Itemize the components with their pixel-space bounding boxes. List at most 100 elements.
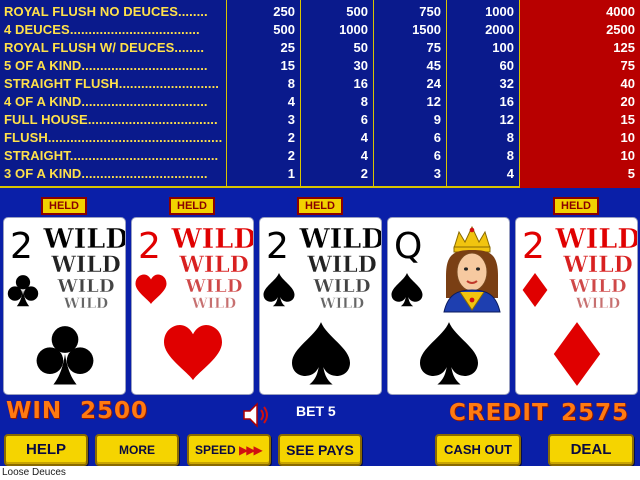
payout-value: 20 [620, 94, 635, 109]
wild-label: WILD [191, 296, 236, 312]
payout-value: 4 [287, 94, 295, 109]
payout-value: 16 [353, 76, 368, 91]
payout-value: 75 [426, 40, 441, 55]
wild-label: WILD [319, 296, 364, 312]
wild-label: WILD [63, 296, 108, 312]
playing-card[interactable]: 2 WILD WILD WILD WILD [515, 217, 638, 395]
payout-value: 3 [433, 166, 441, 181]
payout-value: 10 [620, 130, 635, 145]
payout-value: 60 [499, 58, 514, 73]
payout-value: 6 [433, 130, 441, 145]
speed-arrows-icon: ▶▶▶ [239, 443, 263, 457]
payout-value: 1 [287, 166, 295, 181]
clubs-suit-icon [7, 275, 39, 307]
payout-value: 8 [360, 94, 368, 109]
payout-value: 5 [627, 166, 635, 181]
payout-value: 75 [620, 58, 635, 73]
speaker-on-icon[interactable] [240, 400, 274, 430]
footer-bar [0, 466, 640, 480]
wild-label: WILD [185, 276, 243, 297]
wild-label: WILD [562, 252, 633, 278]
playing-card[interactable]: Q [387, 217, 510, 395]
pay-table-row: 5 OF A KIND.............................… [0, 57, 640, 75]
payout-value: 40 [620, 76, 635, 91]
wild-label: WILD [178, 252, 249, 278]
wild-label: WILD [170, 224, 254, 255]
payout-value: 24 [426, 76, 441, 91]
card-rank: 2 [266, 226, 289, 267]
pay-table-row: FULL HOUSE..............................… [0, 111, 640, 129]
hand-name: STRAIGHT................................… [4, 148, 219, 163]
wild-label: WILD [57, 276, 115, 297]
bet-amount: BET 5 [296, 403, 336, 419]
payout-value: 32 [499, 76, 514, 91]
payout-value: 9 [433, 112, 441, 127]
credit-label: CREDIT [449, 400, 549, 426]
payout-value: 30 [353, 58, 368, 73]
payout-value: 2 [287, 148, 295, 163]
wild-label: WILD [298, 224, 382, 255]
payout-value: 4 [360, 148, 368, 163]
speed-button[interactable]: SPEED ▶▶▶ [187, 434, 271, 466]
wild-label: WILD [569, 276, 627, 297]
see-pays-button[interactable]: SEE PAYS [278, 434, 362, 466]
payout-value: 16 [499, 94, 514, 109]
wild-label: WILD [313, 276, 371, 297]
wild-label: WILD [554, 224, 638, 255]
payout-value: 1000 [339, 22, 368, 37]
hand-name: ROYAL FLUSH W/ DEUCES........ [4, 40, 205, 55]
payout-value: 2000 [485, 22, 514, 37]
held-badge: HELD [41, 197, 87, 215]
more-games-button[interactable]: MORE GAMES [95, 434, 179, 480]
payout-value: 10 [620, 148, 635, 163]
deal-button[interactable]: DEAL [548, 434, 634, 466]
pay-table-row: ROYAL FLUSH NO DEUCES........ 250 500 750 10… [0, 3, 640, 21]
held-badge: HELD [169, 197, 215, 215]
card-rank: 2 [10, 226, 33, 267]
card-rank: 2 [522, 226, 545, 267]
hearts-large-suit-icon [164, 325, 222, 381]
held-badge: HELD [553, 197, 599, 215]
payout-value: 45 [426, 58, 441, 73]
payout-value: 750 [419, 4, 441, 19]
payout-value: 1500 [412, 22, 441, 37]
hand-name: 3 OF A KIND.............................… [4, 166, 208, 181]
playing-card[interactable]: 2 WILD WILD WILD WILD [3, 217, 126, 395]
hand-name: 4 DEUCES................................… [4, 22, 200, 37]
payout-value: 15 [620, 112, 635, 127]
spades-large-suit-icon [292, 322, 350, 385]
help-button[interactable]: HELP [4, 434, 88, 466]
payout-value: 2 [287, 130, 295, 145]
pay-table-row: STRAIGHT................................… [0, 147, 640, 165]
payout-value: 50 [353, 40, 368, 55]
speed-button-label: SPEED [195, 443, 236, 457]
column-divider [373, 0, 374, 188]
payout-value: 100 [492, 40, 514, 55]
held-badge: HELD [297, 197, 343, 215]
pay-table-row: FLUSH...................................… [0, 129, 640, 147]
payout-value: 12 [499, 112, 514, 127]
playing-card[interactable]: 2 WILD WILD WILD WILD [259, 217, 382, 395]
payout-value: 2500 [606, 22, 635, 37]
payout-value: 8 [506, 130, 514, 145]
cash-out-button[interactable]: CASH OUT [435, 434, 521, 466]
pay-table-row: 4 OF A KIND.............................… [0, 93, 640, 111]
pay-table-row: 4 DEUCES................................… [0, 21, 640, 39]
wild-label: WILD [42, 224, 126, 255]
column-divider [519, 0, 520, 188]
hand-name: 4 OF A KIND.............................… [4, 94, 208, 109]
spades-large-suit-icon [420, 322, 478, 385]
payout-value: 4 [506, 166, 514, 181]
game-name: Loose Deuces [2, 467, 66, 478]
payout-value: 25 [280, 40, 295, 55]
column-divider [300, 0, 301, 188]
hand-name: 5 OF A KIND.............................… [4, 58, 208, 73]
payout-value: 12 [426, 94, 441, 109]
hearts-suit-icon [135, 274, 167, 304]
payout-value: 8 [287, 76, 295, 91]
wild-label: WILD [575, 296, 620, 312]
pay-table-row: ROYAL FLUSH W/ DEUCES........ 25 50 75 100 12… [0, 39, 640, 57]
playing-card[interactable]: 2 WILD WILD WILD WILD [131, 217, 254, 395]
payout-value: 250 [273, 4, 295, 19]
payout-value: 2 [360, 166, 368, 181]
